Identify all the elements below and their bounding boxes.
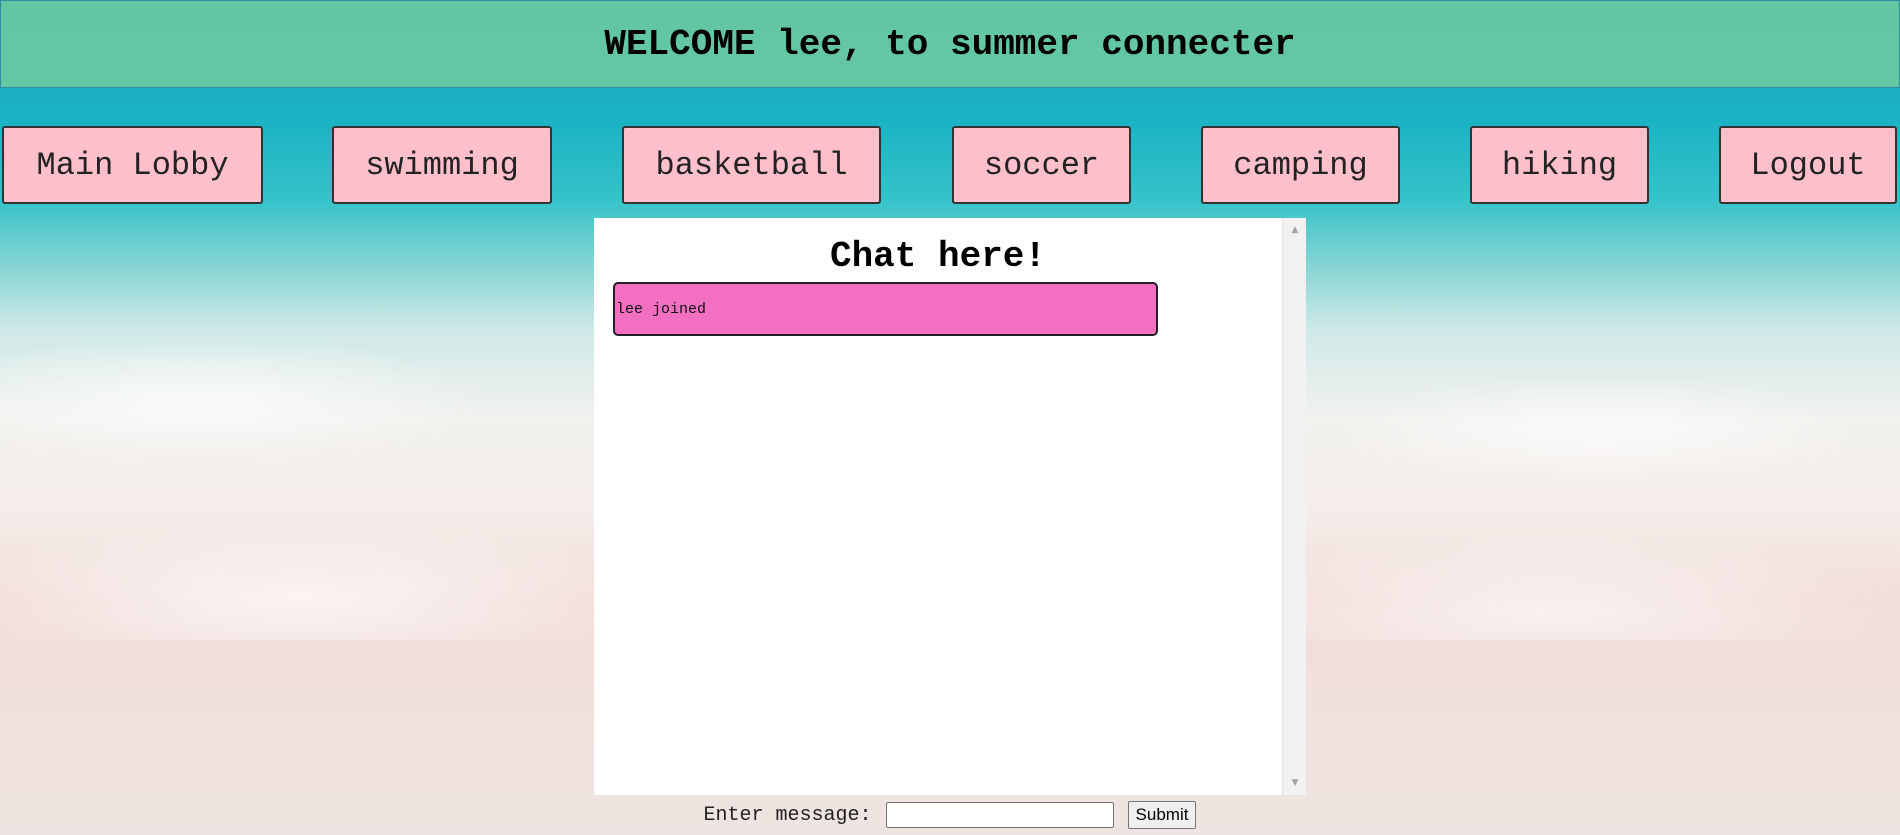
nav-hiking-button[interactable]: hiking <box>1470 126 1649 204</box>
nav-swimming-button[interactable]: swimming <box>332 126 552 204</box>
scroll-down-arrow-icon[interactable]: ▼ <box>1283 773 1307 793</box>
nav-basketball-button[interactable]: basketball <box>622 126 881 204</box>
welcome-header: WELCOME lee, to summer connecter <box>0 0 1900 88</box>
message-label: Enter message: <box>703 803 872 827</box>
chat-message-text: lee joined <box>616 300 707 318</box>
page-title: WELCOME lee, to summer connecter <box>604 23 1296 65</box>
message-input[interactable] <box>885 802 1114 828</box>
chat-message: lee joined <box>613 282 1158 336</box>
message-form: Enter message: Submit <box>0 795 1900 835</box>
nav-logout-button[interactable]: Logout <box>1719 126 1897 204</box>
nav-main-lobby-button[interactable]: Main Lobby <box>2 126 263 204</box>
nav-camping-button[interactable]: camping <box>1201 126 1400 204</box>
submit-button[interactable]: Submit <box>1127 801 1197 829</box>
nav-soccer-button[interactable]: soccer <box>952 126 1131 204</box>
chat-panel[interactable]: Chat here! lee joined ▲ ▼ <box>594 218 1306 795</box>
chat-title: Chat here! <box>829 236 1047 277</box>
scroll-up-arrow-icon[interactable]: ▲ <box>1283 220 1307 240</box>
chat-scrollbar[interactable]: ▲ ▼ <box>1282 218 1306 795</box>
